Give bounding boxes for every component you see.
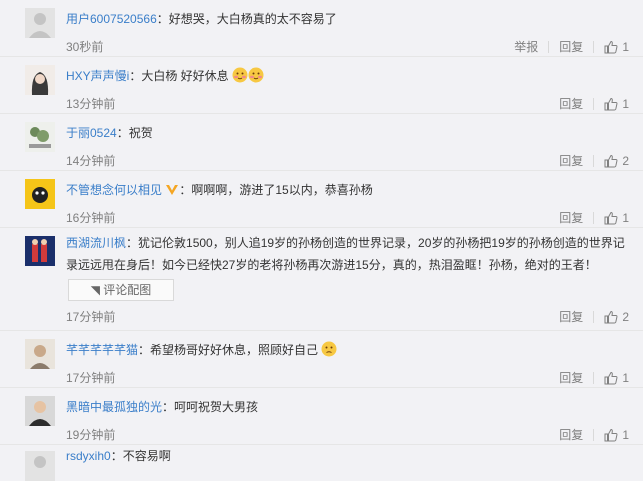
- comment-text: ：犹记伦敦1500，别人追19岁的孙杨创造的世界记录，20岁的孙杨把19岁的孙杨…: [126, 236, 625, 250]
- thumbs-up-icon: [604, 40, 618, 54]
- comment-list: 用户6007520566：好想哭，大白杨真的太不容易了 30秒前 举报 回复 1: [0, 0, 643, 481]
- reply-button[interactable]: 回复: [559, 38, 583, 56]
- like-button[interactable]: 1: [604, 38, 629, 56]
- comment-username[interactable]: 不管想念何以相见: [66, 183, 162, 197]
- thumbs-up-icon: [604, 97, 618, 111]
- comment-item: HXY声声慢i：大白杨 好好休息 13分钟前 回复 1: [0, 57, 643, 114]
- comment-text: ：啊啊啊，游进了15以内，恭喜孙杨: [179, 183, 373, 197]
- reply-button[interactable]: 回复: [559, 209, 583, 227]
- vip-v-icon[interactable]: [165, 184, 179, 196]
- thumbs-up-icon: [604, 371, 618, 385]
- blush-emoji-icon: [248, 67, 264, 83]
- comment-text: ：祝贺: [116, 126, 153, 140]
- like-count: 2: [622, 310, 629, 324]
- avatar[interactable]: [25, 451, 55, 481]
- comment-item: 西湖流川枫：犹记伦敦1500，别人追19岁的孙杨创造的世界记录，20岁的孙杨把1…: [0, 228, 643, 331]
- comment-time: 19分钟前: [66, 428, 116, 442]
- like-button[interactable]: 1: [604, 426, 629, 444]
- like-button[interactable]: 2: [604, 152, 629, 170]
- comment-item: 黑暗中最孤独的光：呵呵祝贺大男孩 19分钟前 回复 1: [0, 388, 643, 445]
- thumbs-up-icon: [604, 211, 618, 225]
- comment-time: 16分钟前: [66, 211, 116, 225]
- like-count: 1: [622, 428, 629, 442]
- comment-item: 于丽0524：祝贺 14分钟前 回复 2: [0, 114, 643, 171]
- comment-text: ：呵呵祝贺大男孩: [162, 400, 259, 414]
- comment-item: 用户6007520566：好想哭，大白杨真的太不容易了 30秒前 举报 回复 1: [0, 0, 643, 57]
- comment-image-button[interactable]: ◥ 评论配图: [68, 279, 174, 301]
- comment-time: 14分钟前: [66, 154, 116, 168]
- avatar[interactable]: [25, 179, 55, 209]
- reply-button[interactable]: 回复: [559, 308, 583, 326]
- comment-text: ：大白杨 好好休息: [129, 69, 229, 83]
- blush-emoji-icon: [232, 67, 248, 83]
- image-icon: ◥: [90, 283, 104, 297]
- like-count: 1: [622, 97, 629, 111]
- blush-emoji-icon: [321, 341, 337, 357]
- comment-time: 17分钟前: [66, 310, 116, 324]
- comment-username[interactable]: 于丽0524: [66, 126, 117, 140]
- comment-username[interactable]: 用户6007520566: [66, 12, 157, 26]
- comment-time: 17分钟前: [66, 371, 116, 385]
- avatar[interactable]: [25, 8, 55, 38]
- comment-username[interactable]: 芊芊芊芊芊猫: [66, 343, 138, 357]
- comment-time: 13分钟前: [66, 97, 116, 111]
- reply-button[interactable]: 回复: [559, 95, 583, 113]
- avatar[interactable]: [25, 122, 55, 152]
- comment-username[interactable]: 西湖流川枫: [66, 236, 126, 250]
- comment-text: ：希望杨哥好好休息，照顾好自己: [138, 343, 319, 357]
- comment-item: 不管想念何以相见 ：啊啊啊，游进了15以内，恭喜孙杨 16分钟前 回复 1: [0, 171, 643, 228]
- comment-text: ：好想哭，大白杨真的太不容易了: [156, 12, 337, 26]
- like-button[interactable]: 2: [604, 308, 629, 326]
- avatar[interactable]: [25, 65, 55, 95]
- comment-time: 30秒前: [66, 40, 104, 54]
- reply-button[interactable]: 回复: [559, 369, 583, 387]
- avatar[interactable]: [25, 396, 55, 426]
- like-count: 1: [622, 40, 629, 54]
- thumbs-up-icon: [604, 428, 618, 442]
- avatar[interactable]: [25, 339, 55, 369]
- like-count: 2: [622, 154, 629, 168]
- like-count: 1: [622, 371, 629, 385]
- report-button[interactable]: 举报: [514, 38, 538, 56]
- reply-button[interactable]: 回复: [559, 152, 583, 170]
- comment-item: rsdyxih0：不容易啊: [0, 445, 643, 481]
- thumbs-up-icon: [604, 154, 618, 168]
- reply-button[interactable]: 回复: [559, 426, 583, 444]
- like-button[interactable]: 1: [604, 209, 629, 227]
- comment-text-continued: 录远远甩在身后！如今已经快27岁的老将孙杨再次游进15分，真的，热泪盈眶！孙杨，…: [66, 258, 597, 272]
- thumbs-up-icon: [604, 310, 618, 324]
- like-button[interactable]: 1: [604, 369, 629, 387]
- comment-username[interactable]: HXY声声慢i: [66, 69, 129, 83]
- like-count: 1: [622, 211, 629, 225]
- comment-username[interactable]: 黑暗中最孤独的光: [66, 400, 162, 414]
- like-button[interactable]: 1: [604, 95, 629, 113]
- comment-item: 芊芊芊芊芊猫：希望杨哥好好休息，照顾好自己 17分钟前 回复 1: [0, 331, 643, 388]
- avatar[interactable]: [25, 236, 55, 266]
